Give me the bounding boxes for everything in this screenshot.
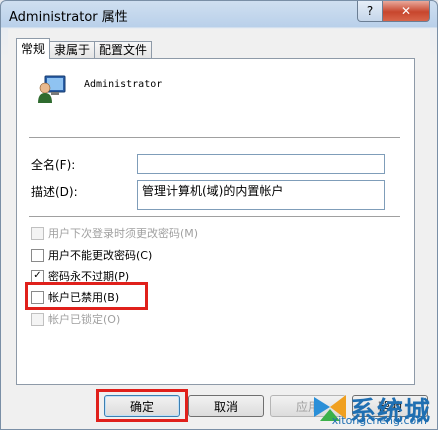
tab-strip: 常规 隶属于 配置文件	[16, 38, 153, 59]
checkbox-box	[31, 226, 44, 240]
account-locked-checkbox[interactable]: 帐户已锁定(O)	[31, 311, 120, 327]
must-change-password-checkbox[interactable]: 用户下次登录时须更改密码(M)	[31, 225, 198, 241]
window-title: Administrator 属性	[9, 10, 128, 25]
cannot-change-password-checkbox[interactable]: 用户不能更改密码(C)	[31, 247, 152, 263]
close-icon: ✕	[400, 4, 412, 18]
watermark: 系统城 xitongcheng.com	[310, 391, 431, 427]
checkbox-box	[31, 312, 44, 326]
checkbox-label: 用户不能更改密码(C)	[48, 249, 153, 262]
checkbox-label: 用户下次登录时须更改密码(M)	[48, 227, 199, 240]
close-button[interactable]: ✕	[382, 1, 430, 22]
watermark-url: xitongcheng.com	[331, 414, 427, 427]
general-panel: Administrator 全名(F): 描述(D): 管理计算机(域)的内置帐…	[16, 58, 415, 385]
properties-dialog: Administrator 属性 ? ✕ 常规 隶属于 配置文件 Adminis…	[0, 0, 438, 430]
cancel-button[interactable]: 取消	[188, 395, 264, 417]
checkbox-box	[31, 248, 44, 262]
highlight-box	[25, 282, 148, 310]
highlight-box	[96, 389, 188, 422]
tab-profile[interactable]: 配置文件	[94, 41, 153, 59]
help-titlebar-button[interactable]: ?	[357, 1, 383, 22]
description-label: 描述(D):	[31, 185, 78, 199]
divider	[29, 137, 400, 139]
check-icon: ✓	[31, 269, 44, 283]
divider	[29, 216, 400, 218]
user-name: Administrator	[84, 79, 163, 90]
checkbox-label: 帐户已锁定(O)	[48, 313, 121, 326]
question-icon: ?	[366, 4, 374, 18]
tab-member-of[interactable]: 隶属于	[49, 41, 96, 59]
fullname-input[interactable]	[137, 154, 385, 174]
tab-general[interactable]: 常规	[16, 38, 51, 59]
description-input[interactable]: 管理计算机(域)的内置帐户	[137, 180, 385, 210]
fullname-label: 全名(F):	[31, 158, 76, 172]
dialog-client: 常规 隶属于 配置文件 Administrator 全名(F): 描述(D): …	[8, 29, 430, 422]
user-icon	[38, 75, 66, 103]
